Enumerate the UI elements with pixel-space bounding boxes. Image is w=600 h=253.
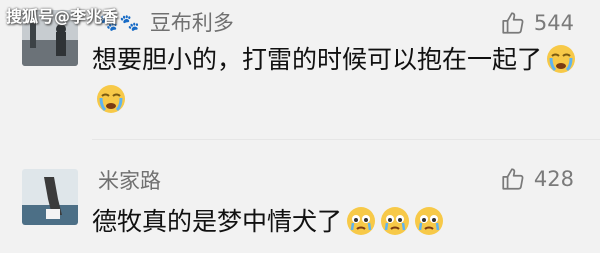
comment-text: 想要胆小的，打雷的时候可以抱在一起了: [92, 40, 580, 120]
thumbs-up-icon: [502, 168, 524, 190]
like-button[interactable]: 544: [500, 10, 574, 36]
teary-face-emoji: [346, 206, 376, 236]
teary-face-emoji: [414, 206, 444, 236]
comment-text: 德牧真的是梦中情犬了: [92, 202, 580, 242]
like-button[interactable]: 428: [500, 166, 574, 192]
thumbs-up-icon: [502, 12, 524, 34]
crying-face-emoji: [546, 44, 576, 74]
like-count: 428: [533, 167, 574, 191]
watermark: 搜狐号@李兆香: [6, 7, 119, 26]
username[interactable]: 米家路: [98, 168, 161, 194]
like-count: 544: [533, 11, 574, 35]
username[interactable]: 🐾🐾 豆布利多: [98, 10, 234, 36]
teary-face-emoji: [380, 206, 410, 236]
crying-face-emoji: [96, 84, 126, 114]
comment-item: 米家路 428 德牧真的是梦中情犬了: [0, 140, 600, 253]
avatar[interactable]: [22, 169, 78, 225]
